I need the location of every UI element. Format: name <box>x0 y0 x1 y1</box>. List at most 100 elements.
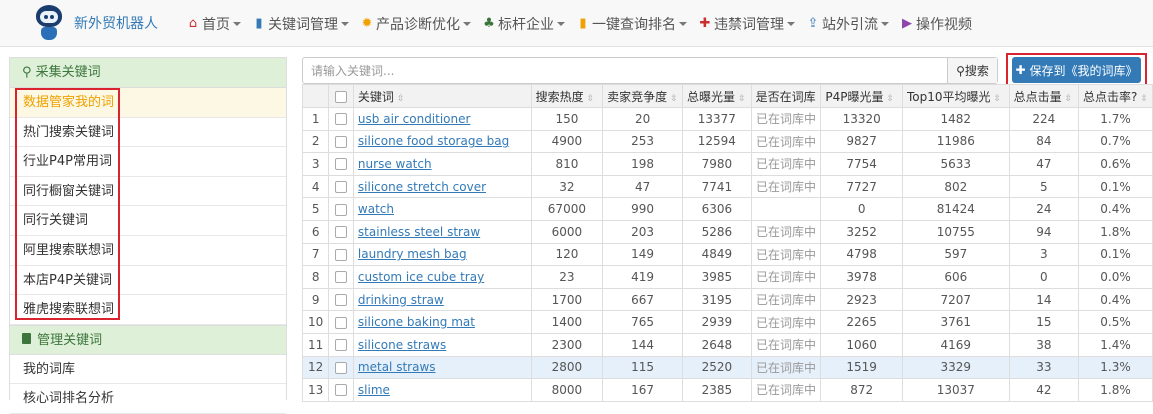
table-row[interactable]: 11 silicone straws 2300 144 2648 已在词库中 1060 416… <box>301 332 1153 357</box>
sidebar-item[interactable]: 本店P4P关键词 <box>10 266 286 296</box>
column-header[interactable]: Top10平均曝光 ⇳ <box>901 84 1010 108</box>
nav-item-0[interactable]: ⌂ 首页 <box>186 0 241 47</box>
nav-item-3[interactable]: ♣ 标杆企业 <box>482 0 565 47</box>
metric-cell: 67000 <box>530 197 604 221</box>
sidebar-item[interactable]: 我的词库 <box>10 355 286 385</box>
keyword-link[interactable]: laundry mesh bag <box>358 247 467 261</box>
keyword-link[interactable]: slime <box>358 383 390 397</box>
keyword-cell: silicone food storage bag <box>352 129 532 154</box>
table-row[interactable]: 3 nurse watch 810 198 7980 已在词库中 7754 5633 47 0.6… <box>301 152 1153 176</box>
keyword-search-input[interactable] <box>303 58 947 83</box>
metric-cell: 802 <box>901 174 1010 199</box>
column-header[interactable]: 搜索热度 ⇳ <box>530 84 604 108</box>
table-row[interactable]: 5 watch 67000 990 6306 0 81424 24 0.4% <box>301 197 1153 221</box>
caret-down-icon <box>233 21 241 26</box>
metric-cell: 5 <box>1008 174 1080 199</box>
row-checkbox[interactable] <box>335 248 348 261</box>
keyword-link[interactable]: watch <box>358 202 394 216</box>
caret-down-icon <box>787 21 795 26</box>
nav-item-label: 违禁词管理 <box>714 16 784 33</box>
row-checkbox[interactable] <box>335 203 348 216</box>
keyword-link[interactable]: silicone stretch cover <box>358 180 486 194</box>
sidebar-item[interactable]: 核心词排名分析 <box>10 384 286 414</box>
row-checkbox[interactable] <box>335 384 348 397</box>
keyword-link[interactable]: drinking straw <box>358 293 444 307</box>
row-number-header <box>301 84 330 108</box>
keyword-link[interactable]: silicone straws <box>358 338 446 352</box>
row-checkbox[interactable] <box>335 181 348 194</box>
keyword-link[interactable]: usb air conditioner <box>358 112 471 126</box>
column-header[interactable]: 总曝光量 ⇳ <box>682 84 752 108</box>
nav-item-7[interactable]: ▶ 操作视频 <box>900 0 972 47</box>
keyword-link[interactable]: custom ice cube tray <box>358 270 484 284</box>
row-number: 10 <box>301 310 330 334</box>
row-checkbox[interactable] <box>335 361 348 374</box>
row-checkbox[interactable] <box>335 226 348 239</box>
signal-icon: ▮ <box>579 16 587 31</box>
metric-cell: 4798 <box>820 242 903 267</box>
keyword-link[interactable]: silicone baking mat <box>358 315 475 329</box>
search-button-label: 搜索 <box>964 64 989 78</box>
metric-cell: 810 <box>530 152 604 176</box>
sidebar-item[interactable]: 热门搜索关键词 <box>10 118 286 148</box>
row-checkbox[interactable] <box>335 158 348 171</box>
search-button[interactable]: ⚲ 搜索 <box>947 58 997 83</box>
column-header[interactable]: 卖家竞争度 ⇳ <box>602 84 684 108</box>
brand[interactable]: 新外贸机器人 <box>34 3 158 43</box>
row-checkbox[interactable] <box>335 294 348 307</box>
collect-keywords-title: 采集关键词 <box>35 65 101 80</box>
table-row[interactable]: 2 silicone food storage bag 4900 253 12594 已在… <box>301 129 1153 154</box>
in-library-status: 已在词库中 <box>750 355 822 380</box>
caret-down-icon <box>341 21 349 26</box>
sidebar-item[interactable]: 阿里搜索联想词 <box>10 236 286 266</box>
nav-item-5[interactable]: ✚ 违禁词管理 <box>698 0 795 47</box>
row-checkbox[interactable] <box>335 135 348 148</box>
table-row[interactable]: 13 slime 8000 167 2385 已在词库中 872 13037 42 1.8% <box>301 378 1153 402</box>
home-icon: ⌂ <box>188 16 198 31</box>
column-header[interactable]: P4P曝光量 ⇳ <box>820 84 903 108</box>
sort-icon: ⇳ <box>1140 93 1148 104</box>
column-header[interactable]: 总点击率? ⇳ <box>1078 84 1153 108</box>
metric-cell: 2648 <box>682 332 752 357</box>
row-checkbox[interactable] <box>335 113 348 126</box>
table-row[interactable]: 6 stainless steel straw 6000 203 5286 已在词库中 32… <box>301 219 1153 244</box>
table-row[interactable]: 8 custom ice cube tray 23 419 3985 已在词库中 3978 6… <box>301 265 1153 289</box>
column-header[interactable]: 关键词 ⇳ <box>352 84 532 108</box>
row-checkbox[interactable] <box>335 271 348 284</box>
in-library-status: 已在词库中 <box>750 378 822 402</box>
row-checkbox[interactable] <box>335 316 348 329</box>
keyword-link[interactable]: nurse watch <box>358 157 432 171</box>
column-header[interactable]: 是否在词库 <box>750 84 822 108</box>
nav-item-2[interactable]: ✹ 产品诊断优化 <box>360 0 471 47</box>
sidebar-item[interactable]: 同行关键词 <box>10 206 286 236</box>
sidebar-item[interactable]: 行业P4P常用词 <box>10 147 286 177</box>
column-header-label: 卖家竞争度 <box>607 89 668 104</box>
select-all-checkbox[interactable] <box>335 90 348 103</box>
nav-item-6[interactable]: ⇪ 站外引流 <box>806 0 889 47</box>
table-row[interactable]: 9 drinking straw 1700 667 3195 已在词库中 2923 7207 1… <box>301 287 1153 312</box>
metric-cell: 0 <box>1008 265 1080 289</box>
table-row[interactable]: 1 usb air conditioner 150 20 13377 已在词库中 13320… <box>301 107 1153 131</box>
sidebar-item[interactable]: 数据管家我的词 <box>10 88 286 118</box>
nav-item-1[interactable]: ▮ 关键词管理 <box>252 0 349 47</box>
nav-item-4[interactable]: ▮ 一键查询排名 <box>576 0 687 47</box>
save-to-library-button[interactable]: ✚ 保存到《我的词库》 <box>1012 57 1141 83</box>
metric-cell: 144 <box>602 332 684 357</box>
table-row[interactable]: 4 silicone stretch cover 32 47 7741 已在词库中 7727… <box>301 174 1153 199</box>
table-row[interactable]: 7 laundry mesh bag 120 149 4849 已在词库中 4798 597 3… <box>301 242 1153 267</box>
column-header[interactable]: 总点击量 ⇳ <box>1008 84 1080 108</box>
column-header-label: 是否在词库 <box>755 89 816 104</box>
metric-cell: 2800 <box>530 355 604 380</box>
row-checkbox-cell <box>328 197 354 221</box>
table-row[interactable]: 12 metal straws 2800 115 2520 已在词库中 1519 3329 33… <box>301 355 1153 380</box>
sidebar-item[interactable]: 同行橱窗关键词 <box>10 177 286 207</box>
search-icon: ⚲ <box>22 65 32 80</box>
keyword-link[interactable]: stainless steel straw <box>358 225 480 239</box>
keyword-link[interactable]: silicone food storage bag <box>358 134 509 148</box>
sidebar-item[interactable]: 雅虎搜索联想词 <box>10 295 286 325</box>
metric-cell: 115 <box>602 355 684 380</box>
medkit-icon: ✚ <box>699 16 711 31</box>
row-checkbox[interactable] <box>335 339 348 352</box>
keyword-link[interactable]: metal straws <box>358 360 436 374</box>
table-row[interactable]: 10 silicone baking mat 1400 765 2939 已在词库中 226… <box>301 310 1153 334</box>
